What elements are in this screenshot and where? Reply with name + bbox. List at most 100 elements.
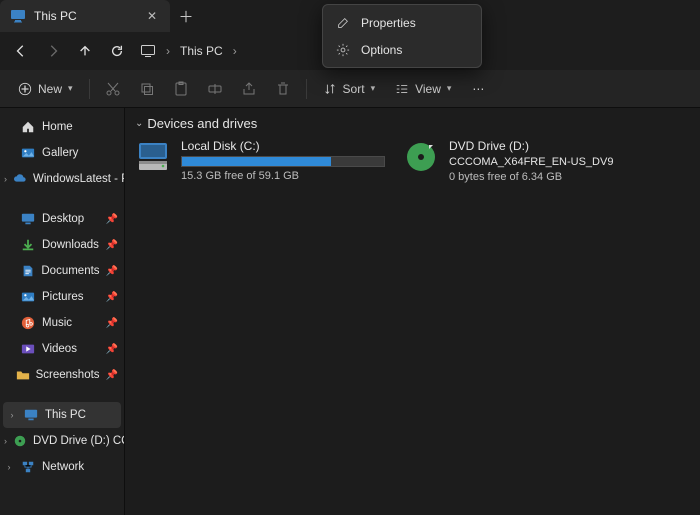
sidebar-label: Desktop: [42, 213, 84, 225]
new-tab-button[interactable]: ＋: [170, 0, 202, 32]
cloud-icon: [13, 171, 27, 187]
breadcrumb-part[interactable]: This PC: [180, 44, 223, 58]
pin-icon: 📌: [106, 344, 118, 355]
videos-icon: [20, 341, 36, 357]
divider: [306, 79, 307, 99]
sidebar-item-downloads[interactable]: Downloads 📌: [0, 232, 124, 258]
sidebar-item-gallery[interactable]: Gallery: [0, 140, 124, 166]
sidebar-item-this-pc[interactable]: › This PC: [3, 402, 121, 428]
pin-icon: 📌: [106, 292, 118, 303]
chevron-down-icon: ▾: [371, 83, 376, 94]
cut-button[interactable]: [98, 75, 128, 103]
sidebar-label: Downloads: [42, 239, 99, 251]
back-button[interactable]: [6, 36, 36, 66]
sidebar-label: Home: [42, 121, 73, 133]
desktop-icon: [20, 211, 36, 227]
tab-close-button[interactable]: ✕: [144, 8, 160, 24]
main: Home Gallery › WindowsLatest - Pe Deskto…: [0, 108, 700, 515]
drive-name: Local Disk (C:): [181, 139, 385, 153]
sidebar-item-desktop[interactable]: Desktop 📌: [0, 206, 124, 232]
more-button[interactable]: ⋯: [463, 75, 493, 103]
section-devices-and-drives[interactable]: ⌄ Devices and drives: [135, 116, 690, 131]
pin-icon: 📌: [106, 214, 118, 225]
drive-name: DVD Drive (D:): [449, 139, 623, 153]
copy-button[interactable]: [132, 75, 162, 103]
sidebar-label: WindowsLatest - Pe: [33, 173, 124, 185]
new-button[interactable]: New ▾: [10, 75, 81, 103]
sidebar-label: DVD Drive (D:) CCC: [33, 435, 124, 447]
this-pc-icon: [10, 8, 26, 24]
chevron-down-icon: ▾: [68, 83, 73, 94]
dvd-icon: [403, 139, 439, 175]
delete-button[interactable]: [268, 75, 298, 103]
properties-icon: [335, 15, 351, 31]
gallery-icon: [20, 145, 36, 161]
menu-item-properties[interactable]: Properties: [327, 9, 477, 36]
sidebar-item-documents[interactable]: Documents 📌: [0, 258, 124, 284]
drive-subtitle: 0 bytes free of 6.34 GB: [449, 171, 623, 183]
expand-icon[interactable]: ›: [7, 410, 17, 420]
sort-label: Sort: [343, 82, 365, 96]
divider: [89, 79, 90, 99]
disc-icon: [13, 433, 27, 449]
breadcrumb[interactable]: › This PC ›: [140, 43, 237, 59]
drive-local-disk-c[interactable]: Local Disk (C:) 15.3 GB free of 59.1 GB: [135, 139, 385, 183]
sidebar-label: Music: [42, 317, 72, 329]
chevron-right-icon: ›: [233, 44, 237, 58]
sidebar-label: Screenshots: [36, 369, 100, 381]
paste-button[interactable]: [166, 75, 196, 103]
usage-bar: [181, 156, 385, 167]
sidebar-label: Network: [42, 461, 84, 473]
sidebar-item-screenshots[interactable]: Screenshots 📌: [0, 362, 124, 388]
refresh-button[interactable]: [102, 36, 132, 66]
sidebar-label: Pictures: [42, 291, 84, 303]
chevron-down-icon: ▾: [447, 83, 452, 94]
pin-icon: 📌: [106, 240, 118, 251]
usage-bar-fill: [182, 157, 331, 166]
share-button[interactable]: [234, 75, 264, 103]
menu-label: Options: [361, 43, 402, 57]
menu-item-options[interactable]: Options: [327, 36, 477, 63]
downloads-icon: [20, 237, 36, 253]
sidebar-item-music[interactable]: Music 📌: [0, 310, 124, 336]
sidebar-label: This PC: [45, 409, 86, 421]
sidebar-item-windowslatest[interactable]: › WindowsLatest - Pe: [0, 166, 124, 192]
drive-subtitle: 15.3 GB free of 59.1 GB: [181, 170, 385, 182]
expand-icon[interactable]: ›: [4, 436, 7, 446]
sidebar-label: Gallery: [42, 147, 78, 159]
tab-this-pc[interactable]: This PC ✕: [0, 0, 170, 32]
drive-dvd-d[interactable]: DVD Drive (D:) CCCOMA_X64FRE_EN-US_DV9 0…: [403, 139, 623, 183]
view-button[interactable]: View ▾: [387, 75, 459, 103]
documents-icon: [20, 263, 36, 279]
sidebar-item-network[interactable]: › Network: [0, 454, 124, 480]
sidebar-item-pictures[interactable]: Pictures 📌: [0, 284, 124, 310]
home-icon: [20, 119, 36, 135]
pin-icon: 📌: [106, 370, 118, 381]
sidebar-label: Videos: [42, 343, 77, 355]
network-icon: [20, 459, 36, 475]
drives-grid: Local Disk (C:) 15.3 GB free of 59.1 GB: [135, 139, 690, 183]
rename-button[interactable]: [200, 75, 230, 103]
toolbar: New ▾ Sort ▾ View ▾ ⋯: [0, 70, 700, 108]
expand-icon[interactable]: ›: [4, 462, 14, 472]
sidebar: Home Gallery › WindowsLatest - Pe Deskto…: [0, 108, 125, 515]
sidebar-label: Documents: [41, 265, 99, 277]
forward-button[interactable]: [38, 36, 68, 66]
expand-icon[interactable]: ›: [4, 174, 7, 184]
music-icon: [20, 315, 36, 331]
gear-icon: [335, 42, 351, 58]
context-menu: Properties Options: [322, 4, 482, 68]
pin-icon: 📌: [106, 318, 118, 329]
sort-button[interactable]: Sort ▾: [315, 75, 384, 103]
pictures-icon: [20, 289, 36, 305]
sidebar-item-videos[interactable]: Videos 📌: [0, 336, 124, 362]
sidebar-item-home[interactable]: Home: [0, 114, 124, 140]
sidebar-item-dvd-drive[interactable]: › DVD Drive (D:) CCC: [0, 428, 124, 454]
view-label: View: [415, 82, 441, 96]
new-label: New: [38, 82, 62, 96]
up-button[interactable]: [70, 36, 100, 66]
pin-icon: 📌: [106, 266, 118, 277]
tab-title: This PC: [34, 9, 136, 23]
hdd-icon: [135, 139, 171, 175]
menu-label: Properties: [361, 16, 416, 30]
